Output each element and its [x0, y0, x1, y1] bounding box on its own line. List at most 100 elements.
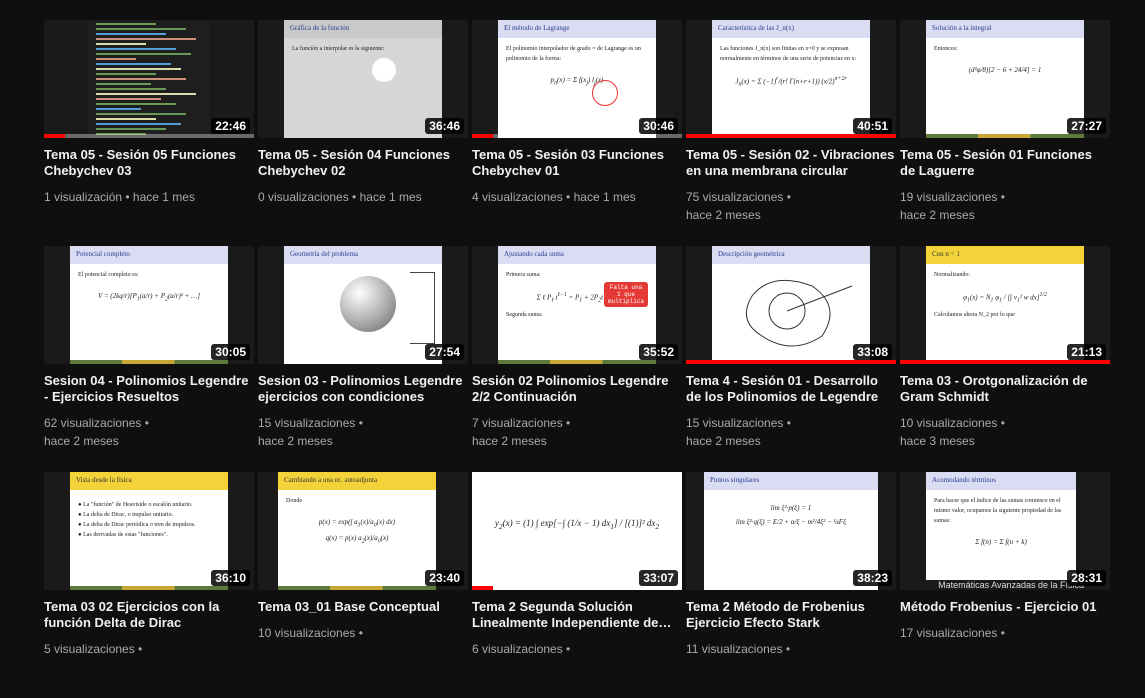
video-thumbnail[interactable]: y2(x) = (1) ∫ exp[−∫ (1/x − 1) dx1] / [(…	[472, 472, 682, 590]
video-title[interactable]: Sesion 04 - Polinomios Legendre - Ejerci…	[44, 373, 254, 405]
video-card[interactable]: Con n = 1 Normalizando: φ1(x) = N1 φ1 / …	[900, 246, 1110, 472]
video-title[interactable]: Método Frobenius - Ejercicio 01	[900, 599, 1110, 615]
video-title[interactable]: Tema 05 - Sesión 01 Funciones de Laguerr…	[900, 147, 1110, 179]
upload-age: hace 2 meses	[900, 208, 975, 222]
video-thumbnail[interactable]: Gráfica de la función La función a inter…	[258, 20, 468, 138]
channel-watermark: Matemáticas Avanzadas de la Física	[938, 580, 1084, 590]
video-thumbnail[interactable]: Solución a la integral Entonces: (d²φ/8)…	[900, 20, 1110, 138]
slide-equation: φ1(x) = N1 φ1 / [∫ v1² w dx]1/2	[963, 292, 1047, 304]
video-title[interactable]: Sesión 02 Polinomios Legendre 2/2 Contin…	[472, 373, 682, 405]
meta-separator	[122, 190, 133, 204]
video-duration: 40:51	[853, 118, 892, 134]
view-count: 6 visualizaciones	[472, 642, 563, 656]
upload-age: hace 2 meses	[258, 434, 333, 448]
video-duration: 36:46	[425, 118, 464, 134]
slide-equation: (d²φ/8)[2 − 6 + 24/4] = 1	[968, 66, 1042, 74]
slide-text: Normalizando:	[934, 272, 970, 278]
bullet-item: ● La "función" de Heaviside o escalón un…	[78, 502, 193, 508]
video-meta: 15 visualizaciones hace 2 meses	[258, 414, 468, 450]
video-title[interactable]: Tema 2 Método de Frobenius Ejercicio Efe…	[686, 599, 896, 631]
slide-text-secondary: Segunda suma:	[506, 311, 543, 318]
watch-progress-fill	[44, 134, 65, 138]
video-card[interactable]: Puntos singulares lim ξ²·p(ξ) = 1 lim ξ²…	[686, 472, 896, 698]
slide-equation: V = (2kq/r)[P1(a/r) + P2(a/r)² + …]	[97, 292, 201, 303]
video-thumbnail[interactable]: Con n = 1 Normalizando: φ1(x) = N1 φ1 / …	[900, 246, 1110, 364]
video-title[interactable]: Sesion 03 - Polinomios Legendre ejercici…	[258, 373, 468, 405]
video-duration: 27:27	[1067, 118, 1106, 134]
slide-text: El polinomio interpolador de grado = de …	[506, 46, 641, 62]
video-title[interactable]: Tema 05 - Sesión 03 Funciones Chebychev …	[472, 147, 682, 179]
video-card[interactable]: Descripción geométrica 33:08 Tema 4 - Se…	[686, 246, 896, 472]
slide-thumbnail: Ajustando cada suma Primera suma: Σ ℓ Pℓ…	[498, 246, 656, 364]
video-thumbnail[interactable]: Descripción geométrica 33:08	[686, 246, 896, 364]
video-title[interactable]: Tema 4 - Sesión 01 - Desarrollo de los P…	[686, 373, 896, 405]
code-editor-thumbnail	[88, 20, 210, 138]
slide-text: Entonces:	[934, 46, 958, 52]
video-card[interactable]: y2(x) = (1) ∫ exp[−∫ (1/x − 1) dx1] / [(…	[472, 472, 682, 698]
slide-equation: p(x) = exp(∫ a1(x)/a0(x) dx)	[318, 518, 396, 529]
view-count: 10 visualizaciones	[900, 416, 998, 430]
video-card[interactable]: Ajustando cada suma Primera suma: Σ ℓ Pℓ…	[472, 246, 682, 472]
video-title[interactable]: Tema 05 - Sesión 05 Funciones Chebychev …	[44, 147, 254, 179]
video-thumbnail[interactable]: Ajustando cada suma Primera suma: Σ ℓ Pℓ…	[472, 246, 682, 364]
video-card[interactable]: Solución a la integral Entonces: (d²φ/8)…	[900, 20, 1110, 246]
view-count: 5 visualizaciones	[44, 642, 135, 656]
video-title[interactable]: Tema 05 - Sesión 02 - Vibraciones en una…	[686, 147, 896, 179]
video-card[interactable]: Característica de las J_n(x) Las funcion…	[686, 20, 896, 246]
slide-equation: lim ξ²·p(ξ) = 1	[770, 504, 812, 512]
video-card[interactable]: Cambiando a una ec. autoadjunta Donde p(…	[258, 472, 468, 698]
watch-progress-fill	[472, 586, 493, 590]
slide-thumbnail: Vista desde la física ● La "función" de …	[70, 472, 228, 590]
video-thumbnail[interactable]: Cambiando a una ec. autoadjunta Donde p(…	[258, 472, 468, 590]
video-duration: 27:54	[425, 344, 464, 360]
video-meta: 19 visualizaciones hace 2 meses	[900, 188, 1110, 224]
video-thumbnail[interactable]: El método de Lagrange El polinomio inter…	[472, 20, 682, 138]
video-thumbnail[interactable]: Potencial completo El potencial completo…	[44, 246, 254, 364]
slide-header: Acomodando términos	[926, 472, 1076, 490]
slide-header: Potencial completo	[70, 246, 228, 264]
watch-progress-bar	[472, 134, 682, 138]
video-duration: 30:05	[211, 344, 250, 360]
video-thumbnail[interactable]: 22:46	[44, 20, 254, 138]
video-thumbnail[interactable]: Geometría del problema 27:54	[258, 246, 468, 364]
meta-separator	[783, 642, 791, 656]
slide-text: Donde	[286, 498, 302, 504]
video-thumbnail[interactable]: Puntos singulares lim ξ²·p(ξ) = 1 lim ξ²…	[686, 472, 896, 590]
video-title[interactable]: Tema 03 - Orotgonalización de Gram Schmi…	[900, 373, 1110, 405]
video-title[interactable]: Tema 03 02 Ejercicios con la función Del…	[44, 599, 254, 631]
video-duration: 35:52	[639, 344, 678, 360]
video-meta: 15 visualizaciones hace 2 meses	[686, 414, 896, 450]
slide-thumbnail: Característica de las J_n(x) Las funcion…	[712, 20, 870, 138]
watch-progress-fill	[686, 360, 896, 364]
video-duration: 38:23	[853, 570, 892, 586]
video-thumbnail[interactable]: Característica de las J_n(x) Las funcion…	[686, 20, 896, 138]
video-card[interactable]: Potencial completo El potencial completo…	[44, 246, 254, 472]
video-meta: 75 visualizaciones hace 2 meses	[686, 188, 896, 224]
meta-separator	[563, 642, 571, 656]
slide-thumbnail: Geometría del problema	[284, 246, 442, 364]
cursor-highlight	[372, 58, 396, 82]
video-title[interactable]: Tema 2 Segunda Solución Linealmente Inde…	[472, 599, 682, 631]
view-count: 11 visualizaciones	[686, 642, 783, 656]
view-count: 10 visualizaciones	[258, 626, 356, 640]
slide-text: Para hacer que el índice de las sumas co…	[934, 498, 1062, 524]
slide-header: Ajustando cada suma	[498, 246, 656, 264]
video-card[interactable]: Geometría del problema 27:54 Sesion 03 -…	[258, 246, 468, 472]
slide-equation: Jn(x) = Σ (−1)r/(r! Γ(n+r+1)) (x/2)n+2r	[735, 76, 847, 88]
video-thumbnail[interactable]: Acomodando términos Para hacer que el ín…	[900, 472, 1110, 590]
video-card[interactable]: 22:46 Tema 05 - Sesión 05 Funciones Cheb…	[44, 20, 254, 246]
slide-footer	[70, 360, 228, 364]
video-card[interactable]: Vista desde la física ● La "función" de …	[44, 472, 254, 698]
annotation-balloon: Falta una 1 que multiplica	[604, 282, 648, 307]
video-thumbnail[interactable]: Vista desde la física ● La "función" de …	[44, 472, 254, 590]
video-card[interactable]: Gráfica de la función La función a inter…	[258, 20, 468, 246]
video-card[interactable]: Acomodando términos Para hacer que el ín…	[900, 472, 1110, 698]
watch-progress-fill	[472, 134, 493, 138]
upload-age: hace 2 meses	[686, 434, 761, 448]
video-title[interactable]: Tema 03_01 Base Conceptual	[258, 599, 468, 615]
video-duration: 36:10	[211, 570, 250, 586]
video-card[interactable]: El método de Lagrange El polinomio inter…	[472, 20, 682, 246]
video-meta: 10 visualizaciones hace 3 meses	[900, 414, 1110, 450]
video-meta: 17 visualizaciones	[900, 624, 1110, 642]
video-title[interactable]: Tema 05 - Sesión 04 Funciones Chebychev …	[258, 147, 468, 179]
